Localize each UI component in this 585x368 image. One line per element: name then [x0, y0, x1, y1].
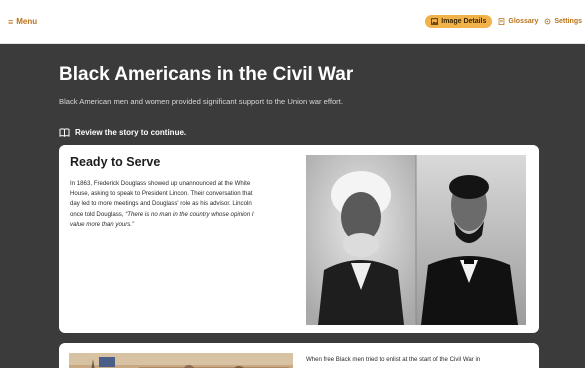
- image-icon: [431, 18, 439, 25]
- card-body: In 1863, Frederick Douglass showed up un…: [70, 179, 294, 230]
- image-details-button[interactable]: Image Details: [425, 15, 493, 28]
- top-actions: Image Details Glossary Settings: [425, 15, 582, 28]
- hamburger-icon: ≡: [8, 16, 14, 27]
- battle-painting-thumbnail: [69, 353, 293, 368]
- book-icon: [59, 128, 70, 137]
- portraits-illustration: [306, 155, 526, 325]
- gear-icon: [545, 18, 551, 25]
- page-subtitle: Black American men and women provided si…: [59, 97, 343, 106]
- card-body-line: day led to more meetings and Douglass' r…: [70, 200, 252, 208]
- menu-label: Menu: [16, 17, 38, 26]
- card-body-line: In 1863, Frederick Douglass showed up un…: [70, 180, 251, 187]
- card-body-line: House, asking to speak to President Linc…: [70, 190, 253, 198]
- review-label: Review the story to continue.: [75, 128, 187, 137]
- main-content: Black Americans in the Civil War Black A…: [0, 44, 585, 368]
- glossary-button[interactable]: Glossary: [498, 18, 538, 25]
- top-bar: ≡ Menu Image Details Glossary Settings: [0, 0, 585, 44]
- settings-button[interactable]: Settings: [544, 18, 582, 25]
- story-card-enlist: When free Black men tried to enlist at t…: [59, 343, 539, 368]
- glossary-label: Glossary: [508, 18, 539, 25]
- card2-text: When free Black men tried to enlist at t…: [306, 356, 481, 363]
- review-prompt: Review the story to continue.: [59, 128, 186, 137]
- card-quote-end: value more than yours.”: [70, 220, 135, 228]
- card-body-text: once told Douglass,: [70, 210, 126, 218]
- card-title: Ready to Serve: [70, 155, 161, 169]
- card-body-line: once told Douglass, “There is no man in …: [70, 210, 294, 220]
- story-card-ready-to-serve: Ready to Serve In 1863, Frederick Dougla…: [59, 145, 539, 333]
- card-body-line: value more than yours.”: [70, 220, 294, 230]
- portraits-photo: [306, 155, 526, 325]
- page-title: Black Americans in the Civil War: [59, 64, 354, 85]
- settings-label: Settings: [554, 18, 582, 25]
- menu-button[interactable]: ≡ Menu: [8, 17, 37, 27]
- glossary-icon: [499, 18, 505, 25]
- card-quote: “There is no man in the country whose op…: [125, 210, 254, 218]
- painting-illustration: [69, 353, 293, 368]
- image-details-label: Image Details: [441, 18, 487, 25]
